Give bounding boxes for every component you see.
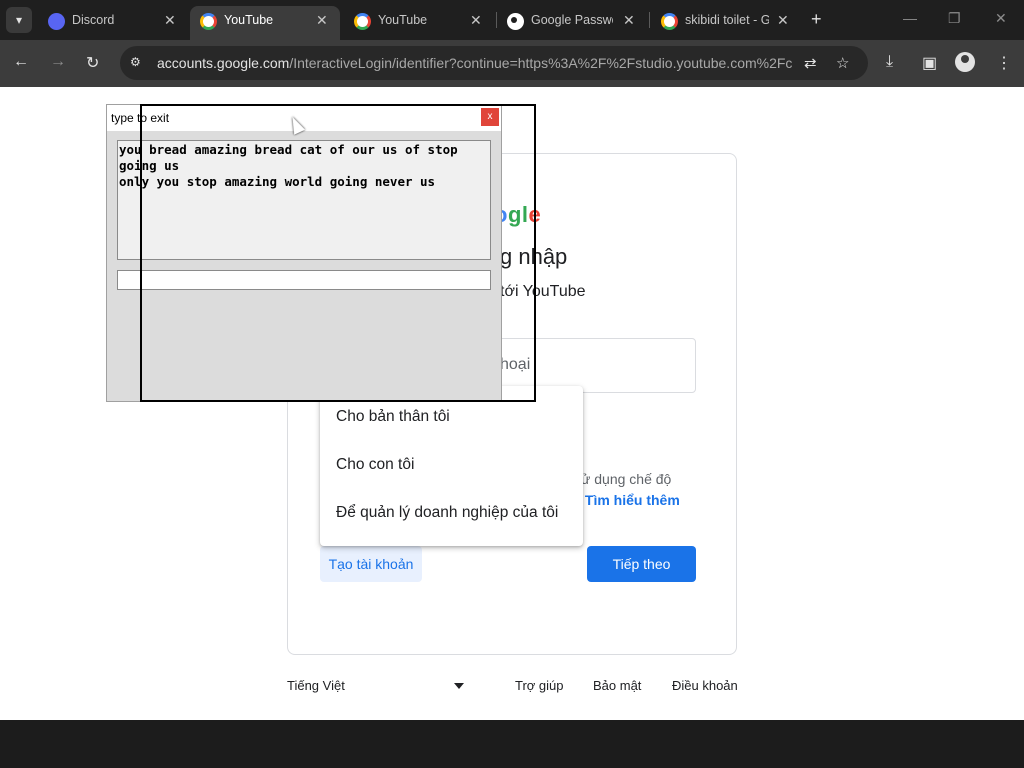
url-text[interactable]: accounts.google.com/InteractiveLogin/ide… — [157, 55, 793, 71]
logo-letter: g — [507, 202, 522, 227]
tab-title: skibidi toilet - G — [685, 13, 769, 27]
key-icon — [507, 13, 524, 30]
tab-title: YouTube — [224, 13, 274, 27]
tab-search-chevron-icon[interactable]: ▾ — [6, 7, 32, 33]
new-tab-plus-icon[interactable]: + — [811, 9, 822, 30]
email-field-label: hoại — [500, 356, 531, 373]
close-icon[interactable]: ✕ — [470, 12, 482, 29]
google-icon — [200, 13, 217, 30]
address-bar[interactable]: ⚙ accounts.google.com/InteractiveLogin/i… — [120, 46, 868, 80]
close-icon[interactable]: ✕ — [777, 12, 789, 29]
menu-item-for-my-child[interactable]: Cho con tôi — [336, 456, 414, 474]
translate-icon[interactable]: ⇄ — [804, 54, 817, 72]
tab-title: Discord — [72, 13, 115, 27]
discord-icon — [48, 13, 65, 30]
taskbar — [0, 720, 1024, 768]
browser-toolbar: ← → ↻ ⚙ accounts.google.com/InteractiveL… — [0, 40, 1024, 87]
tab-separator — [649, 12, 650, 28]
reload-icon[interactable]: ↻ — [86, 53, 99, 73]
tab-skibidi-toilet[interactable]: skibidi toilet - G ✕ — [651, 6, 801, 40]
profile-avatar-icon[interactable] — [955, 52, 975, 72]
guest-mode-info: sử dụng chế độ l. Tìm hiểu thêm — [574, 469, 698, 511]
tab-title: Google Passwo — [531, 13, 613, 27]
more-menu-icon[interactable]: ⋮ — [996, 53, 1012, 73]
site-settings-icon[interactable]: ⚙ — [130, 55, 146, 71]
logo-letter: e — [528, 202, 542, 227]
tab-google-passwords[interactable]: Google Passwo ✕ — [497, 6, 647, 40]
url-path: /InteractiveLogin/identifier?continue=ht… — [289, 55, 793, 71]
close-icon[interactable]: ✕ — [164, 12, 176, 29]
window-close-icon[interactable]: ✕ — [995, 10, 1007, 27]
side-panel-icon[interactable]: ▣ — [922, 53, 937, 73]
next-button[interactable]: Tiếp theo — [587, 546, 696, 582]
caret-down-icon[interactable] — [454, 683, 464, 689]
popup-text-display: you bread amazing bread cat of our us of… — [117, 140, 491, 260]
menu-item-for-myself[interactable]: Cho bản thân tôi — [336, 408, 450, 426]
back-arrow-icon[interactable]: ← — [13, 53, 29, 71]
close-icon[interactable]: ✕ — [623, 12, 635, 29]
menu-item-for-business[interactable]: Để quản lý doanh nghiệp của tôi — [336, 504, 558, 522]
footer-privacy-link[interactable]: Bảo mật — [593, 678, 641, 693]
learn-more-link[interactable]: Tìm hiểu thêm — [585, 492, 680, 508]
footer-terms-link[interactable]: Điều khoản — [672, 678, 738, 693]
forward-arrow-icon[interactable]: → — [50, 53, 66, 71]
tab-strip: ▾ Discord ✕ YouTube ✕ YouTube ✕ Google P… — [0, 0, 1024, 40]
popup-text-line: you bread amazing bread cat of our us of… — [119, 142, 458, 173]
language-select[interactable]: Tiếng Việt — [287, 678, 467, 693]
google-icon — [661, 13, 678, 30]
tab-title: YouTube — [378, 13, 428, 27]
popup-text-line: only you stop amazing world going never … — [119, 174, 436, 189]
create-account-menu: Cho bản thân tôi Cho con tôi Để quản lý … — [320, 386, 583, 546]
footer-help-link[interactable]: Trợ giúp — [515, 678, 564, 693]
info-line: sử dụng chế độ — [574, 471, 672, 487]
tab-youtube-active[interactable]: YouTube ✕ — [190, 6, 340, 40]
type-to-exit-window: type to exit x you bread amazing bread c… — [106, 104, 502, 402]
download-icon[interactable]: ⤓ — [886, 53, 893, 71]
tab-youtube[interactable]: YouTube ✕ — [344, 6, 494, 40]
url-host: accounts.google.com — [157, 55, 290, 71]
popup-typing-input[interactable] — [117, 270, 491, 290]
bookmark-star-icon[interactable]: ☆ — [836, 54, 849, 72]
minimize-icon[interactable]: — — [903, 10, 917, 26]
restore-icon[interactable]: ❐ — [948, 10, 961, 27]
popup-title: type to exit — [111, 111, 170, 125]
logo-letter: l — [521, 202, 529, 227]
google-icon — [354, 13, 371, 30]
popup-close-button[interactable]: x — [481, 108, 499, 126]
close-icon[interactable]: ✕ — [316, 12, 328, 29]
signin-heading: g nhập — [500, 244, 568, 269]
tab-discord[interactable]: Discord ✕ — [38, 6, 188, 40]
signin-subheading: tới YouTube — [500, 283, 586, 300]
create-account-button[interactable]: Tạo tài khoản — [320, 546, 422, 582]
